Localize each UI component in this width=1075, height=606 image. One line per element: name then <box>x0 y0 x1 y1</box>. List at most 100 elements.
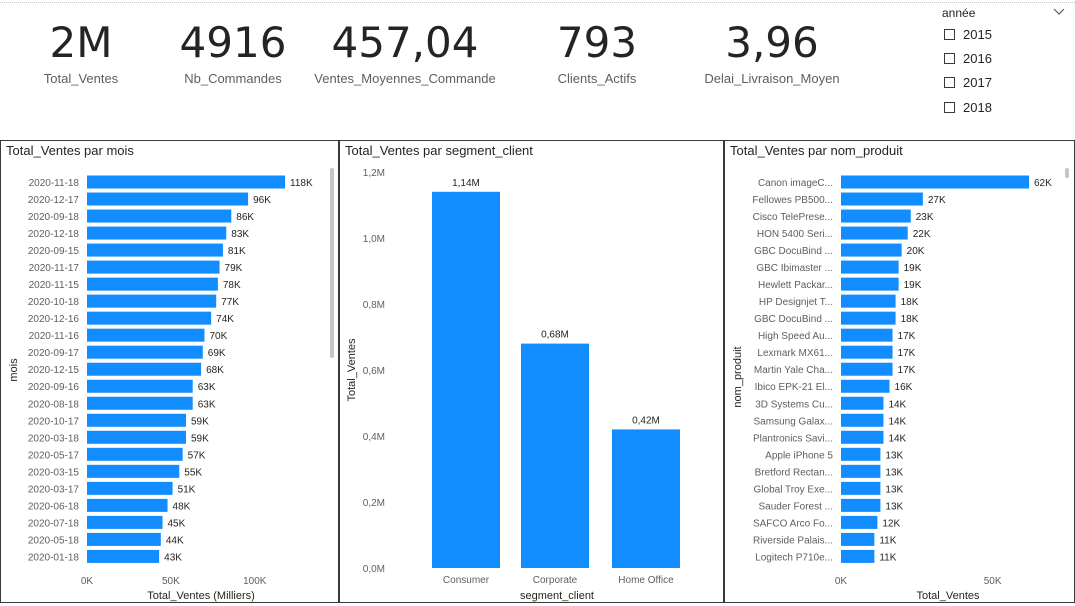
chevron-down-icon[interactable] <box>1052 4 1066 22</box>
bar[interactable] <box>841 260 899 274</box>
bar[interactable] <box>87 362 202 376</box>
checkbox-icon[interactable] <box>944 52 955 64</box>
scrollbar-thumb[interactable] <box>1065 168 1069 178</box>
bar[interactable] <box>87 532 161 546</box>
bar[interactable] <box>87 260 220 274</box>
bar[interactable] <box>612 429 680 568</box>
bar[interactable] <box>87 430 186 444</box>
bar[interactable] <box>87 243 223 257</box>
category-tick-label: 2020-11-15 <box>29 280 80 291</box>
bar[interactable] <box>87 175 285 189</box>
bar[interactable] <box>841 413 884 427</box>
bar[interactable] <box>87 481 173 495</box>
bar[interactable] <box>87 192 249 206</box>
data-label: 17K <box>898 348 916 359</box>
data-label: 44K <box>166 535 184 546</box>
bar[interactable] <box>841 498 881 512</box>
column-chart-segment[interactable]: 0,0M 0,2M 0,4M 0,6M 0,8M 1,0M 1,2M 1,14M Consume… <box>340 162 723 602</box>
bar[interactable] <box>87 345 203 359</box>
bar[interactable] <box>841 362 893 376</box>
bar[interactable] <box>841 549 875 563</box>
bar[interactable] <box>87 311 212 325</box>
bar[interactable] <box>521 343 589 568</box>
bar[interactable] <box>87 464 180 478</box>
bar[interactable] <box>841 311 896 325</box>
bar-chart-produit[interactable]: Canon imageC... 62K Fellowes PB500... 27K Ci… <box>725 162 1074 602</box>
data-label: 13K <box>885 501 903 512</box>
kpi-card-delai-livraison[interactable]: 3,96 Delai_Livraison_Moyen <box>700 18 844 87</box>
category-tick-label: HON 5400 Seri... <box>757 229 833 240</box>
bar[interactable] <box>841 243 902 257</box>
checkbox-icon[interactable] <box>944 28 955 40</box>
data-label: 12K <box>882 518 900 529</box>
bar[interactable] <box>841 430 884 444</box>
slicer-option-2018[interactable]: 2018 <box>944 99 992 115</box>
category-tick-label: Samsung Galax... <box>754 416 833 427</box>
bar[interactable] <box>841 532 875 546</box>
bar[interactable] <box>87 396 193 410</box>
bar[interactable] <box>87 515 163 529</box>
bar[interactable] <box>841 277 899 291</box>
bar[interactable] <box>841 226 908 240</box>
data-label: 13K <box>885 467 903 478</box>
bar[interactable] <box>841 175 1029 189</box>
slicer-option-2017[interactable]: 2017 <box>944 74 992 90</box>
bar[interactable] <box>841 447 881 461</box>
data-label: 22K <box>913 229 931 240</box>
slicer-option-2016[interactable]: 2016 <box>944 50 992 66</box>
data-label: 96K <box>253 195 271 206</box>
category-tick-label: Bretford Rectan... <box>755 467 833 478</box>
bar[interactable] <box>841 515 878 529</box>
data-label: 27K <box>928 195 946 206</box>
data-label: 59K <box>191 433 209 444</box>
kpi-card-total-ventes[interactable]: 2M Total_Ventes <box>40 18 122 87</box>
category-tick-label: Fellowes PB500... <box>752 195 833 206</box>
data-label: 45K <box>168 518 186 529</box>
chart-panel-ventes-par-mois[interactable]: Total_Ventes par mois 2020-11-18 118K 2020… <box>0 140 339 603</box>
data-label: 0,42M <box>632 415 660 426</box>
bar[interactable] <box>87 209 232 223</box>
bar[interactable] <box>87 549 160 563</box>
data-label: 1,14M <box>452 178 480 189</box>
bar[interactable] <box>841 294 896 308</box>
kpi-card-ventes-moyennes[interactable]: 457,04 Ventes_Moyennes_Commande <box>312 18 498 87</box>
bar[interactable] <box>87 379 193 393</box>
data-label: 78K <box>223 280 241 291</box>
data-label: 86K <box>236 212 254 223</box>
bar[interactable] <box>87 498 168 512</box>
slicer-option-label: 2018 <box>963 99 992 115</box>
checkbox-icon[interactable] <box>944 76 955 88</box>
bar[interactable] <box>841 396 884 410</box>
bar[interactable] <box>87 226 227 240</box>
bar[interactable] <box>87 447 183 461</box>
bar[interactable] <box>841 379 890 393</box>
bar[interactable] <box>87 277 218 291</box>
chart-panel-ventes-par-segment[interactable]: Total_Ventes par segment_client 0,0M 0,2M… <box>339 140 724 603</box>
checkbox-icon[interactable] <box>944 101 955 113</box>
chart-panel-ventes-par-produit[interactable]: Total_Ventes par nom_produit Canon image… <box>724 140 1075 603</box>
bar[interactable] <box>87 413 186 427</box>
bar-chart-mois[interactable]: 2020-11-18 118K 2020-12-17 96K 2020-09-18 86K… <box>1 162 338 602</box>
data-label: 17K <box>898 331 916 342</box>
bar[interactable] <box>841 464 881 478</box>
bar[interactable] <box>841 328 893 342</box>
bar[interactable] <box>841 192 923 206</box>
x-tick-label: 50K <box>162 576 180 587</box>
bar[interactable] <box>87 294 217 308</box>
category-tick-label: Hewlett Packar... <box>758 280 833 291</box>
bar[interactable] <box>87 328 205 342</box>
data-label: 14K <box>888 433 906 444</box>
kpi-card-clients-actifs[interactable]: 793 Clients_Actifs <box>552 18 642 87</box>
bar[interactable] <box>841 209 911 223</box>
slicer-option-2015[interactable]: 2015 <box>944 26 992 42</box>
bar[interactable] <box>841 345 893 359</box>
bar[interactable] <box>432 191 500 569</box>
kpi-card-nb-commandes[interactable]: 4916 Nb_Commandes <box>178 18 288 87</box>
bar[interactable] <box>841 481 881 495</box>
category-tick-label: 2020-03-15 <box>28 467 80 478</box>
data-label: 51K <box>178 484 196 495</box>
category-tick-label: 2020-03-18 <box>28 433 80 444</box>
scrollbar-thumb[interactable] <box>330 168 334 358</box>
y-axis-title: Total_Ventes <box>346 338 358 401</box>
category-tick-label: 2020-10-18 <box>28 297 80 308</box>
